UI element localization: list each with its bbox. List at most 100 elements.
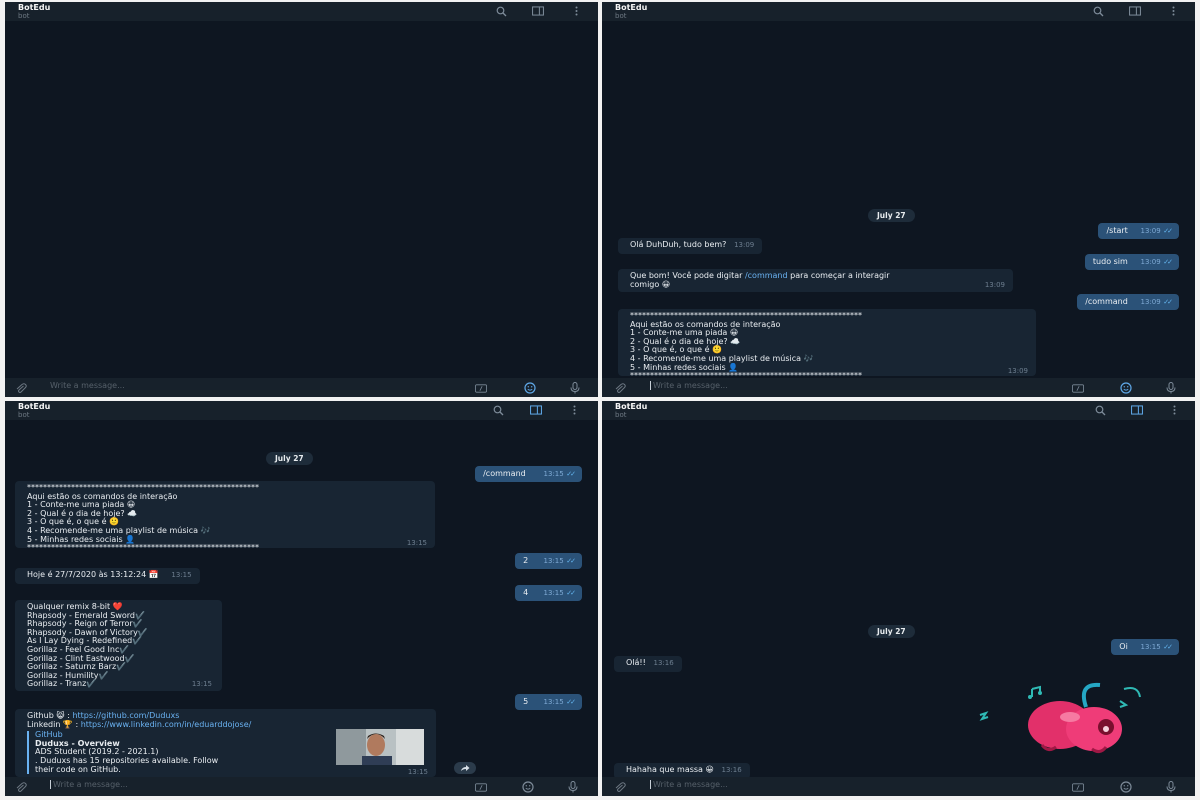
- chat-title[interactable]: BotEdu: [615, 402, 647, 411]
- message-time: 13:09: [734, 241, 755, 249]
- mic-icon[interactable]: [1165, 382, 1177, 394]
- search-icon[interactable]: [1092, 5, 1104, 17]
- message-text: para começar a interagir: [787, 271, 890, 280]
- bot-command-icon[interactable]: [475, 382, 487, 394]
- message-composer: Write a message...: [5, 378, 598, 397]
- more-icon[interactable]: [1168, 404, 1180, 416]
- message-text: Oi: [1119, 642, 1128, 651]
- paperclip-icon[interactable]: [16, 382, 28, 394]
- more-icon[interactable]: [1167, 5, 1179, 17]
- chat-title[interactable]: BotEdu: [615, 3, 647, 12]
- message-composer: Write a message...: [602, 777, 1195, 796]
- chat-header: BotEdu bot: [602, 2, 1195, 21]
- more-icon[interactable]: [570, 5, 582, 17]
- bot-command-icon[interactable]: [1072, 382, 1084, 394]
- message-text: comigo 😀: [630, 279, 671, 289]
- message-text: Olá DuhDuh, tudo bem?: [630, 240, 727, 249]
- incoming-message[interactable]: ****************************************…: [618, 309, 1036, 376]
- search-icon[interactable]: [492, 404, 504, 416]
- incoming-message[interactable]: Que bom! Você pode digitar /command para…: [618, 269, 1013, 292]
- message-text: Hahaha que massa 😀: [626, 765, 714, 774]
- message-text: Hoje é 27/7/2020 às 13:12:24 📅: [27, 570, 159, 579]
- chat-pane-empty: BotEdu bot Write a message...: [5, 2, 598, 397]
- outgoing-message[interactable]: /start 13:09 ✓✓: [1098, 223, 1179, 239]
- more-icon[interactable]: [568, 404, 580, 416]
- chat-subtitle: bot: [18, 12, 30, 20]
- read-checks-icon: ✓✓: [1163, 227, 1173, 235]
- bot-command-icon[interactable]: [1072, 781, 1084, 793]
- chat-pane-start: BotEdu bot July 27 /start 13:09 ✓✓ Olá D…: [602, 2, 1195, 397]
- bot-command-icon[interactable]: [475, 781, 487, 793]
- paperclip-icon[interactable]: [615, 382, 627, 394]
- chat-title[interactable]: BotEdu: [18, 3, 50, 12]
- message-input[interactable]: Write a message...: [50, 381, 125, 390]
- message-input[interactable]: Write a message...: [650, 780, 728, 789]
- chat-subtitle: bot: [615, 411, 627, 419]
- chat-title[interactable]: BotEdu: [18, 402, 50, 411]
- outgoing-message[interactable]: tudo sim 13:09 ✓✓: [1084, 254, 1179, 270]
- message-time: 13:09: [1140, 298, 1161, 306]
- outgoing-message[interactable]: /command 13:15 ✓✓: [475, 466, 582, 482]
- message-time: 13:15: [1140, 643, 1161, 651]
- message-time: 13:09: [1140, 227, 1161, 235]
- message-text: tudo sim: [1092, 257, 1128, 266]
- message-text: Linkedin 🏆 :: [27, 719, 81, 729]
- paperclip-icon[interactable]: [615, 781, 627, 793]
- message-input[interactable]: Write a message...: [50, 780, 128, 789]
- date-separator: July 27: [868, 209, 915, 222]
- date-separator: July 27: [868, 625, 915, 638]
- message-text: /start: [1106, 226, 1128, 235]
- columns-icon[interactable]: [1129, 5, 1141, 17]
- incoming-message[interactable]: Olá DuhDuh, tudo bem? 13:09: [618, 238, 763, 254]
- columns-icon[interactable]: [532, 5, 544, 17]
- chat-header: BotEdu bot: [602, 401, 1195, 420]
- paperclip-icon[interactable]: [16, 781, 28, 793]
- outgoing-message[interactable]: 2 13:15 ✓✓: [515, 553, 582, 569]
- message-input[interactable]: Write a message...: [650, 381, 728, 390]
- incoming-message[interactable]: Qualquer remix 8-bit ❤️ Rhapsody - Emera…: [15, 600, 222, 691]
- emoji-icon[interactable]: [522, 781, 534, 793]
- search-icon[interactable]: [1094, 404, 1106, 416]
- incoming-message[interactable]: Hoje é 27/7/2020 às 13:12:24 📅 13:15: [15, 568, 200, 584]
- command-link[interactable]: /command: [745, 271, 788, 280]
- read-checks-icon: ✓✓: [566, 470, 576, 478]
- read-checks-icon: ✓✓: [1163, 258, 1173, 266]
- forward-icon[interactable]: [454, 762, 476, 774]
- message-time: 13:09: [1007, 367, 1028, 376]
- message-composer: Write a message...: [602, 378, 1195, 397]
- emoji-icon[interactable]: [524, 382, 536, 394]
- chat-pane-commands: BotEdu bot July 27 /command 13:15 ✓✓ ***…: [5, 401, 598, 796]
- mic-icon[interactable]: [569, 382, 581, 394]
- message-time: 13:15: [543, 470, 564, 478]
- preview-thumbnail[interactable]: [336, 729, 424, 765]
- message-time: 13:09: [984, 281, 1005, 290]
- columns-icon[interactable]: [1131, 404, 1143, 416]
- message-text: /command: [1085, 297, 1128, 306]
- search-icon[interactable]: [495, 5, 507, 17]
- read-checks-icon: ✓✓: [1163, 298, 1173, 306]
- mic-icon[interactable]: [567, 781, 579, 793]
- message-time: 13:15: [406, 539, 427, 548]
- preview-description: ADS Student (2019.2 - 2021.1) . Duduxs h…: [35, 747, 219, 774]
- message-text: 4: [523, 588, 529, 597]
- incoming-message[interactable]: ****************************************…: [15, 481, 435, 548]
- linkedin-link[interactable]: https://www.linkedin.com/in/eduarddojose…: [81, 720, 252, 729]
- incoming-message-links[interactable]: Github 😸 : https://github.com/Duduxs Lin…: [15, 709, 436, 777]
- outgoing-message[interactable]: /command 13:09 ✓✓: [1077, 294, 1179, 310]
- mic-icon[interactable]: [1165, 781, 1177, 793]
- message-time: 13:16: [653, 659, 674, 667]
- message-text: /command: [483, 469, 526, 478]
- message-composer: Write a message...: [5, 777, 598, 796]
- cherry-sticker[interactable]: [974, 681, 1144, 761]
- incoming-message[interactable]: Olá!! 13:16: [614, 656, 682, 672]
- emoji-icon[interactable]: [1120, 382, 1132, 394]
- outgoing-message[interactable]: 4 13:15 ✓✓: [515, 585, 582, 601]
- chat-pane-sticker: BotEdu bot July 27 Oi 13:15 ✓✓ Olá!! 13:…: [602, 401, 1195, 796]
- message-time: 13:15: [543, 557, 564, 565]
- outgoing-message[interactable]: 5 13:15 ✓✓: [515, 694, 582, 710]
- message-time: 13:15: [543, 589, 564, 597]
- emoji-icon[interactable]: [1120, 781, 1132, 793]
- outgoing-message[interactable]: Oi 13:15 ✓✓: [1111, 639, 1179, 655]
- message-text: Qualquer remix 8-bit ❤️ Rhapsody - Emera…: [27, 602, 148, 689]
- columns-icon[interactable]: [530, 404, 542, 416]
